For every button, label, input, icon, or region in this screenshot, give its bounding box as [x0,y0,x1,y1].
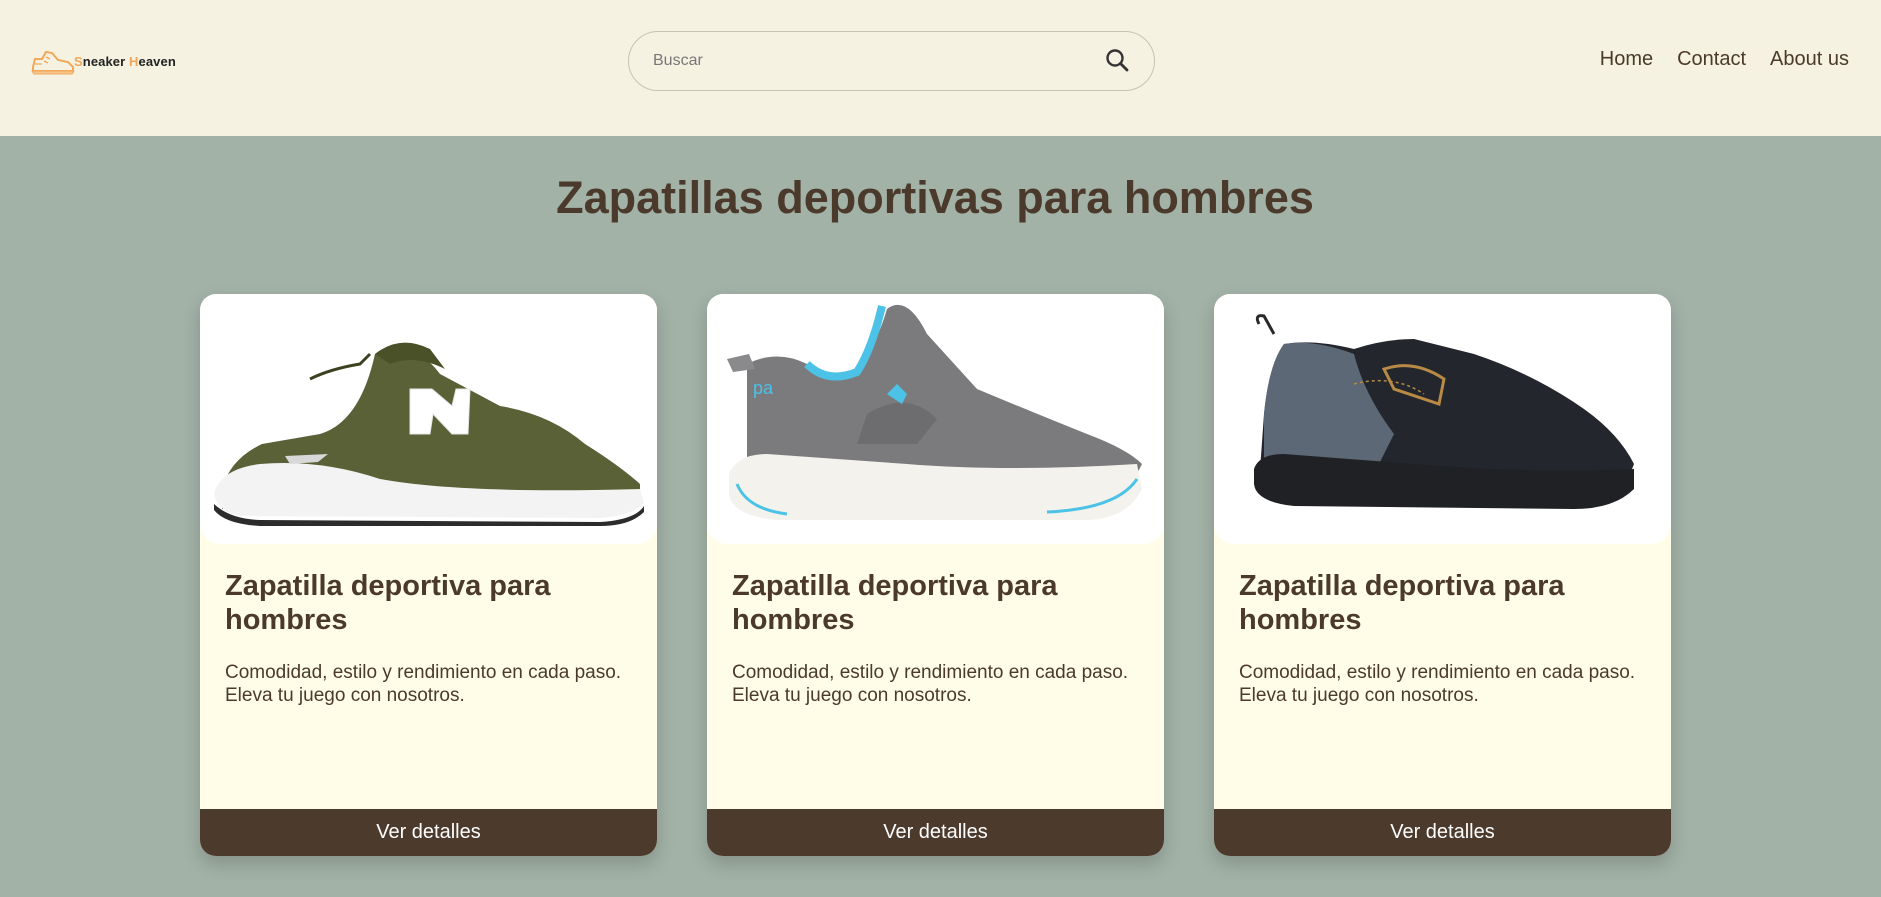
logo-text: Sneaker Heaven [74,54,176,69]
product-description: Comodidad, estilo y rendimiento en cada … [225,662,622,706]
product-image[interactable] [200,294,657,544]
logo-letter-s: S [74,53,83,69]
sneaker-logo-icon [31,50,75,75]
search-icon[interactable] [1103,46,1133,76]
product-card: Zapatilla deportiva para hombres Comodid… [1214,294,1671,856]
product-description: Comodidad, estilo y rendimiento en cada … [1239,662,1636,706]
svg-text:pa: pa [753,378,774,398]
nav-about-link[interactable]: About us [1770,48,1849,71]
main-nav: Home Contact About us [1600,48,1849,71]
logo-letter-h: H [129,53,139,69]
nav-contact-link[interactable]: Contact [1677,48,1746,71]
product-card: pa Zapatilla deportiva para hombres Como… [707,294,1164,856]
view-details-button[interactable]: Ver detalles [200,809,657,856]
product-image[interactable]: pa [707,294,1164,544]
nav-home-link[interactable]: Home [1600,48,1653,71]
product-image[interactable] [1214,294,1671,544]
product-title: Zapatilla deportiva para hombres [1239,570,1565,636]
view-details-button[interactable]: Ver detalles [707,809,1164,856]
page-title: Zapatillas deportivas para hombres [556,172,1314,223]
view-details-button[interactable]: Ver detalles [1214,809,1671,856]
product-title: Zapatilla deportiva para hombres [732,570,1058,636]
search-bar [628,31,1155,91]
black-sneaker-image [1254,314,1634,509]
site-logo[interactable]: Sneaker Heaven [30,46,176,76]
product-card: Zapatilla deportiva para hombres Comodid… [200,294,657,856]
site-header: Sneaker Heaven Home Contact About us [0,0,1881,136]
olive-sneaker-image [214,342,644,526]
logo-text-part: neaker [82,53,130,69]
product-title: Zapatilla deportiva para hombres [225,570,551,636]
product-description: Comodidad, estilo y rendimiento en cada … [732,662,1129,706]
search-input[interactable] [653,32,1083,90]
logo-text-part: eaven [138,53,176,69]
grey-sneaker-image: pa [727,304,1142,520]
